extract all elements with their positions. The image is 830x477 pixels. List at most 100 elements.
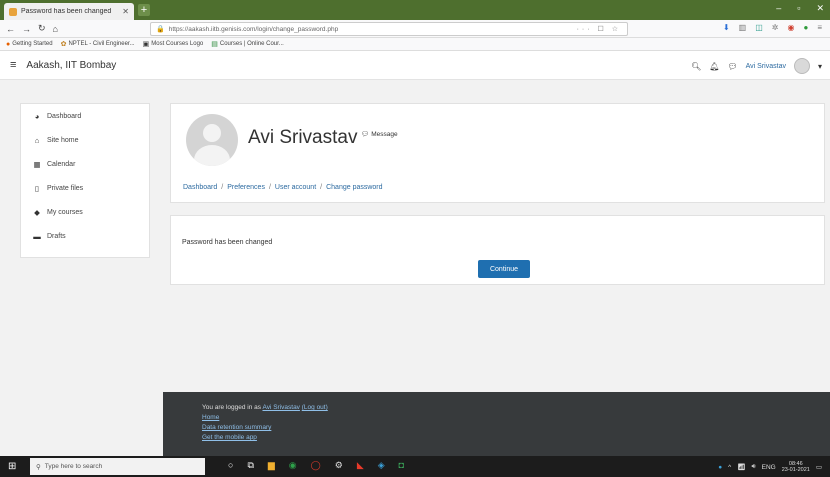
browser-toolbar: ← → ↻ ⌂ 🔒 https://aakash.iitb.genisis.co… <box>0 20 830 38</box>
main-content: Password has been changed Continue <box>170 215 825 285</box>
file-explorer-icon[interactable]: ▆ <box>268 460 275 471</box>
tray-expand-icon[interactable]: ^ <box>728 464 731 471</box>
page-header: Avi Srivastav 💬︎ Message Dashboard / Pre… <box>170 103 825 203</box>
extension-red-icon[interactable]: ◉ <box>788 23 795 32</box>
nav-item-private-files[interactable]: ▯ Private files <box>21 176 149 200</box>
close-tab-icon[interactable]: ✕ <box>122 7 129 16</box>
password-changed-notice: Password has been changed <box>182 239 273 246</box>
graduation-cap-icon: ◆ <box>34 207 40 217</box>
logout-link[interactable]: (Log out) <box>302 404 328 411</box>
taskbar-search-input[interactable]: ⚲ Type here to search <box>30 458 205 475</box>
bookmark-icon: ✿ <box>60 41 67 48</box>
user-avatar[interactable] <box>793 58 810 74</box>
bookmark-item[interactable]: ✿ NPTEL - Civil Engineer... <box>61 40 135 48</box>
sidebar-icon[interactable]: ◫ <box>755 23 763 32</box>
bookmark-item[interactable]: ▤ Courses | Online Cour... <box>211 40 284 48</box>
notifications-icon[interactable]: ▭ <box>816 463 822 471</box>
tab-favicon-icon <box>9 7 17 16</box>
chrome-icon[interactable]: ◉ <box>289 460 297 471</box>
home-icon: ⌂ <box>34 135 40 145</box>
left-navigation: ◕ Dashboard ⌂ Site home ▦ Calendar ▯ Pri… <box>20 103 150 258</box>
weather-icon[interactable]: ● <box>718 464 722 471</box>
windows-start-icon[interactable]: ⊞ <box>8 461 16 472</box>
app-icon[interactable]: ◘ <box>399 460 404 471</box>
nav-item-my-courses[interactable]: ◆ My courses <box>21 200 149 224</box>
cortana-icon[interactable]: ○ <box>228 460 233 471</box>
settings-icon[interactable]: ⚙ <box>335 460 343 471</box>
breadcrumb-item[interactable]: User account <box>275 184 316 191</box>
bell-icon[interactable]: 🔔︎ <box>709 62 719 71</box>
bookmark-icon: ▤ <box>211 41 218 48</box>
url-text: https://aakash.iitb.genisis.com/login/ch… <box>168 25 339 33</box>
taskbar-apps: ○ ⧉ ▆ ◉ ◯ ⚙ ◣ ◈ ◘ <box>228 460 404 471</box>
continue-button[interactable]: Continue <box>478 260 530 278</box>
nav-item-site-home[interactable]: ⌂ Site home <box>21 128 149 152</box>
forward-icon[interactable]: → <box>22 24 31 34</box>
opera-icon[interactable]: ◯ <box>311 460 321 471</box>
nav-item-drafts[interactable]: ▬ Drafts <box>21 224 149 248</box>
volume-icon[interactable]: 🔊︎ <box>752 463 756 471</box>
back-icon[interactable]: ← <box>6 24 15 34</box>
close-window-icon[interactable]: ✕ <box>816 3 824 14</box>
calendar-icon: ▦ <box>33 159 41 169</box>
footer-home-link[interactable]: Home <box>202 414 219 421</box>
new-tab-button[interactable]: + <box>138 4 150 16</box>
browser-tab[interactable]: Password has been changed ✕ <box>4 3 134 20</box>
bookmark-item[interactable]: ▣ Most Courses Logo <box>143 40 204 48</box>
dashboard-icon: ◕ <box>34 111 40 121</box>
search-icon[interactable]: 🔍︎ <box>691 62 701 71</box>
language-indicator[interactable]: ENG <box>762 464 776 471</box>
file-icon: ▯ <box>34 183 40 193</box>
hamburger-menu-icon[interactable]: ≡ <box>10 59 16 71</box>
network-icon[interactable]: 📶︎ <box>737 463 745 471</box>
browser-tab-strip: Password has been changed ✕ + – ▫ ✕ <box>0 0 830 20</box>
address-bar[interactable]: 🔒 https://aakash.iitb.genisis.com/login/… <box>150 22 628 36</box>
breadcrumb-item[interactable]: Preferences <box>227 184 265 191</box>
download-icon[interactable]: ⬇ <box>723 23 730 32</box>
chevron-down-icon[interactable]: ▾ <box>818 62 822 71</box>
firefox-icon: ● <box>6 40 11 48</box>
window-controls: – ▫ ✕ <box>776 3 824 14</box>
system-tray: ● ^ 📶︎ 🔊︎ ENG 08:46 23-01-2021 ▭ <box>718 461 822 473</box>
acrobat-icon[interactable]: ◣ <box>357 460 364 471</box>
home-browser-icon[interactable]: ⌂ <box>53 24 58 34</box>
message-button[interactable]: 💬︎ Message <box>361 130 398 139</box>
login-info: You are logged in as Avi Srivastav (Log … <box>202 404 328 411</box>
profile-avatar <box>186 114 238 166</box>
extension-icon[interactable]: ✲ <box>772 23 779 32</box>
user-menu-name[interactable]: Avi Srivastav <box>746 63 786 70</box>
nav-item-calendar[interactable]: ▦ Calendar <box>21 152 149 176</box>
chat-icon: 💬︎ <box>361 131 370 138</box>
task-view-icon[interactable]: ⧉ <box>247 460 253 471</box>
lock-icon: 🔒 <box>156 26 165 33</box>
tab-title: Password has been changed <box>21 8 112 15</box>
minimize-icon[interactable]: – <box>776 3 781 14</box>
breadcrumb-item[interactable]: Change password <box>326 184 382 191</box>
bookmark-item[interactable]: ● Getting Started <box>6 41 53 48</box>
chat-icon[interactable]: 💬︎ <box>727 62 737 71</box>
library-icon[interactable]: ▥ <box>739 23 747 32</box>
breadcrumb-item[interactable]: Dashboard <box>183 184 217 191</box>
reload-icon[interactable]: ↻ <box>38 23 46 34</box>
nav-item-dashboard[interactable]: ◕ Dashboard <box>21 104 149 128</box>
site-name[interactable]: Aakash, IIT Bombay <box>26 60 116 71</box>
app-icon[interactable]: ◈ <box>378 460 385 471</box>
search-icon: ⚲ <box>36 463 41 471</box>
mobile-app-link[interactable]: Get the mobile app <box>202 434 257 441</box>
clock[interactable]: 08:46 23-01-2021 <box>782 461 810 473</box>
bookmark-icon: ▣ <box>142 41 150 48</box>
page-actions-icon[interactable]: ··· ☐ ☆ <box>577 25 621 33</box>
site-header: ≡ Aakash, IIT Bombay 🔍︎ 🔔︎ 💬︎ Avi Srivas… <box>0 51 830 80</box>
extension-green-icon[interactable]: ● <box>803 23 808 32</box>
extension-icons: ⬇ ▥ ◫ ✲ ◉ ● ≡ <box>723 23 822 32</box>
drafts-icon: ▬ <box>33 231 41 241</box>
logged-in-user-link[interactable]: Avi Srivastav <box>262 404 299 411</box>
header-user-area: 🔍︎ 🔔︎ 💬︎ Avi Srivastav ▾ <box>691 58 822 74</box>
windows-taskbar: ⊞ ⚲ Type here to search ○ ⧉ ▆ ◉ ◯ ⚙ ◣ ◈ … <box>0 456 830 477</box>
menu-icon[interactable]: ≡ <box>817 23 822 32</box>
bookmarks-bar: ● Getting Started ✿ NPTEL - Civil Engineer… <box>0 38 830 51</box>
data-retention-link[interactable]: Data retention summary <box>202 424 271 431</box>
breadcrumb: Dashboard / Preferences / User account /… <box>183 184 383 191</box>
page-footer: You are logged in as Avi Srivastav (Log … <box>163 392 830 456</box>
maximize-icon[interactable]: ▫ <box>797 3 800 14</box>
